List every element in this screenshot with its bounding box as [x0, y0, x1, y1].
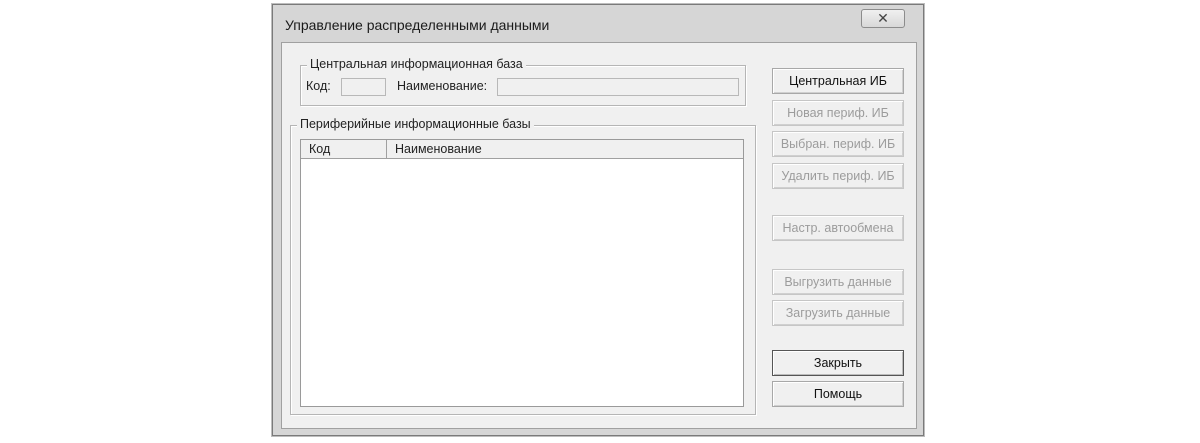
help-button[interactable]: Помощь — [772, 381, 904, 407]
close-icon: ✕ — [877, 10, 889, 26]
central-code-label: Код: — [306, 79, 331, 93]
selected-peripheral-ib-button[interactable]: Выбран. периф. ИБ — [772, 131, 904, 157]
close-button[interactable]: Закрыть — [772, 350, 904, 376]
auto-exchange-settings-button[interactable]: Настр. автообмена — [772, 215, 904, 241]
central-ib-button[interactable]: Центральная ИБ — [772, 68, 904, 94]
central-code-field[interactable] — [341, 78, 386, 96]
column-header-name[interactable]: Наименование — [387, 140, 743, 158]
dialog-window: Управление распределенными данными ✕ Цен… — [272, 4, 924, 436]
list-header: Код Наименование — [301, 140, 743, 159]
central-name-label: Наименование: — [397, 79, 488, 93]
peripheral-ib-group-title: Периферийные информационные базы — [297, 117, 534, 131]
peripheral-ib-list[interactable]: Код Наименование — [300, 139, 744, 407]
title-bar[interactable]: Управление распределенными данными ✕ — [273, 5, 923, 43]
load-data-button[interactable]: Загрузить данные — [772, 300, 904, 326]
central-ib-group-title: Центральная информационная база — [307, 57, 526, 71]
new-peripheral-ib-button[interactable]: Новая периф. ИБ — [772, 100, 904, 126]
central-ib-group: Центральная информационная база Код: Наи… — [300, 57, 746, 106]
delete-peripheral-ib-button[interactable]: Удалить периф. ИБ — [772, 163, 904, 189]
upload-data-button[interactable]: Выгрузить данные — [772, 269, 904, 295]
close-window-button[interactable]: ✕ — [861, 9, 905, 28]
column-header-code[interactable]: Код — [301, 140, 387, 158]
window-title: Управление распределенными данными — [285, 17, 550, 33]
dialog-client-area: Центральная информационная база Код: Наи… — [281, 42, 917, 429]
central-name-field[interactable] — [497, 78, 739, 96]
